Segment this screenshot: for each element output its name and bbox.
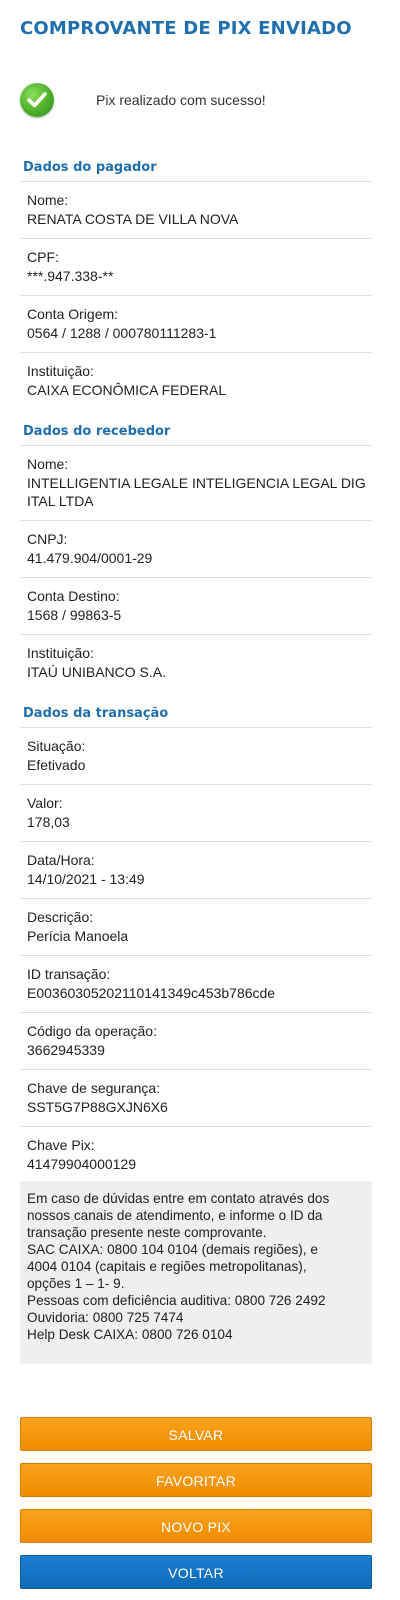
field-value: Efetivado	[27, 757, 86, 773]
field-label: Código da operação:	[27, 1023, 157, 1039]
success-status: Pix realizado com sucesso!	[18, 83, 382, 119]
transaction-section: Situação: Efetivado Valor: 178,03 Data/H…	[20, 727, 372, 1183]
favorite-button[interactable]: FAVORITAR	[20, 1463, 372, 1497]
field-value: 1568 / 99863-5	[27, 607, 122, 623]
receiver-account-field: Conta Destino: 1568 / 99863-5	[20, 577, 372, 634]
transaction-status-field: Situação: Efetivado	[20, 727, 372, 784]
field-label: Situação:	[27, 738, 86, 754]
info-line: Em caso de dúvidas entre em contato atra…	[27, 1191, 330, 1206]
field-label: Chave de segurança:	[27, 1080, 161, 1096]
transaction-section-title: Dados da transação	[23, 706, 169, 721]
info-line: 4004 0104 (capitais e regiões metropolit…	[27, 1259, 307, 1274]
receiver-institution-field: Instituição: ITAÚ UNIBANCO S.A.	[20, 634, 372, 691]
transaction-description-field: Descrição: Perícia Manoela	[20, 898, 372, 955]
field-value: 14/10/2021 - 13:49	[27, 871, 145, 887]
info-line: opções 1 – 1- 9.	[27, 1276, 125, 1291]
transaction-id-field: ID transação: E00360305202110141349c453b…	[20, 955, 372, 1012]
transaction-operation-code-field: Código da operação: 3662945339	[20, 1012, 372, 1069]
info-line: nossos canais de atendimento, e informe …	[27, 1208, 323, 1223]
transaction-amount-field: Valor: 178,03	[20, 784, 372, 841]
field-label: Chave Pix:	[27, 1137, 95, 1153]
field-value: SST5G7P88GXJN6X6	[27, 1099, 168, 1115]
field-value: 41.479.904/0001-29	[27, 550, 153, 566]
field-label: Descrição:	[27, 909, 94, 925]
field-label: Instituição:	[27, 645, 94, 661]
payer-section-title: Dados do pagador	[23, 160, 157, 175]
field-label: CPF:	[27, 249, 59, 265]
field-label: ID transação:	[27, 966, 111, 982]
payer-name-field: Nome: RENATA COSTA DE VILLA NOVA	[20, 181, 372, 238]
receiver-section: Nome: INTELLIGENTIA LEGALE INTELIGENCIA …	[20, 445, 372, 691]
back-button[interactable]: VOLTAR	[20, 1555, 372, 1589]
info-line: Pessoas com deficiência auditiva: 0800 7…	[27, 1293, 326, 1308]
payer-institution-field: Instituição: CAIXA ECONÔMICA FEDERAL	[20, 352, 372, 409]
receiver-section-title: Dados do recebedor	[23, 424, 171, 439]
field-label: Conta Origem:	[27, 306, 119, 322]
field-label: Valor:	[27, 795, 63, 811]
help-info-box: Em caso de dúvidas entre em contato atra…	[20, 1181, 372, 1364]
field-value: E00360305202110141349c453b786cde	[27, 985, 276, 1001]
payer-section: Nome: RENATA COSTA DE VILLA NOVA CPF: **…	[20, 181, 372, 409]
field-label: Nome:	[27, 192, 69, 208]
field-label: Instituição:	[27, 363, 94, 379]
field-value: 178,03	[27, 814, 70, 830]
transaction-datetime-field: Data/Hora: 14/10/2021 - 13:49	[20, 841, 372, 898]
receiver-name-field: Nome: INTELLIGENTIA LEGALE INTELIGENCIA …	[20, 445, 372, 520]
page-title: COMPROVANTE DE PIX ENVIADO	[20, 18, 352, 39]
field-value: ***.947.338-**	[27, 268, 114, 284]
field-value: CAIXA ECONÔMICA FEDERAL	[27, 382, 227, 398]
transaction-security-key-field: Chave de segurança: SST5G7P88GXJN6X6	[20, 1069, 372, 1126]
receiver-cnpj-field: CNPJ: 41.479.904/0001-29	[20, 520, 372, 577]
info-line: SAC CAIXA: 0800 104 0104 (demais regiões…	[27, 1242, 318, 1257]
transaction-pix-key-field: Chave Pix: 41479904000129	[20, 1126, 372, 1183]
check-circle-icon	[20, 83, 54, 117]
field-label: CNPJ:	[27, 531, 68, 547]
info-line: Ouvidoria: 0800 725 7474	[27, 1310, 184, 1325]
field-value: 41479904000129	[27, 1156, 137, 1172]
field-label: Nome:	[27, 456, 69, 472]
payer-cpf-field: CPF: ***.947.338-**	[20, 238, 372, 295]
field-value: Perícia Manoela	[27, 928, 129, 944]
success-message: Pix realizado com sucesso!	[96, 92, 266, 108]
field-label: Data/Hora:	[27, 852, 95, 868]
field-value: 3662945339	[27, 1042, 105, 1058]
payer-account-field: Conta Origem: 0564 / 1288 / 000780111283…	[20, 295, 372, 352]
info-line: Help Desk CAIXA: 0800 726 0104	[27, 1327, 233, 1342]
info-line: transação presente neste comprovante.	[27, 1225, 267, 1240]
field-value: ITAÚ UNIBANCO S.A.	[27, 664, 166, 680]
field-value: 0564 / 1288 / 000780111283-1	[27, 325, 217, 341]
field-value: INTELLIGENTIA LEGALE INTELIGENCIA LEGAL …	[27, 475, 366, 509]
field-label: Conta Destino:	[27, 588, 120, 604]
new-pix-button[interactable]: NOVO PIX	[20, 1509, 372, 1543]
save-button[interactable]: SALVAR	[20, 1417, 372, 1451]
field-value: RENATA COSTA DE VILLA NOVA	[27, 211, 239, 227]
